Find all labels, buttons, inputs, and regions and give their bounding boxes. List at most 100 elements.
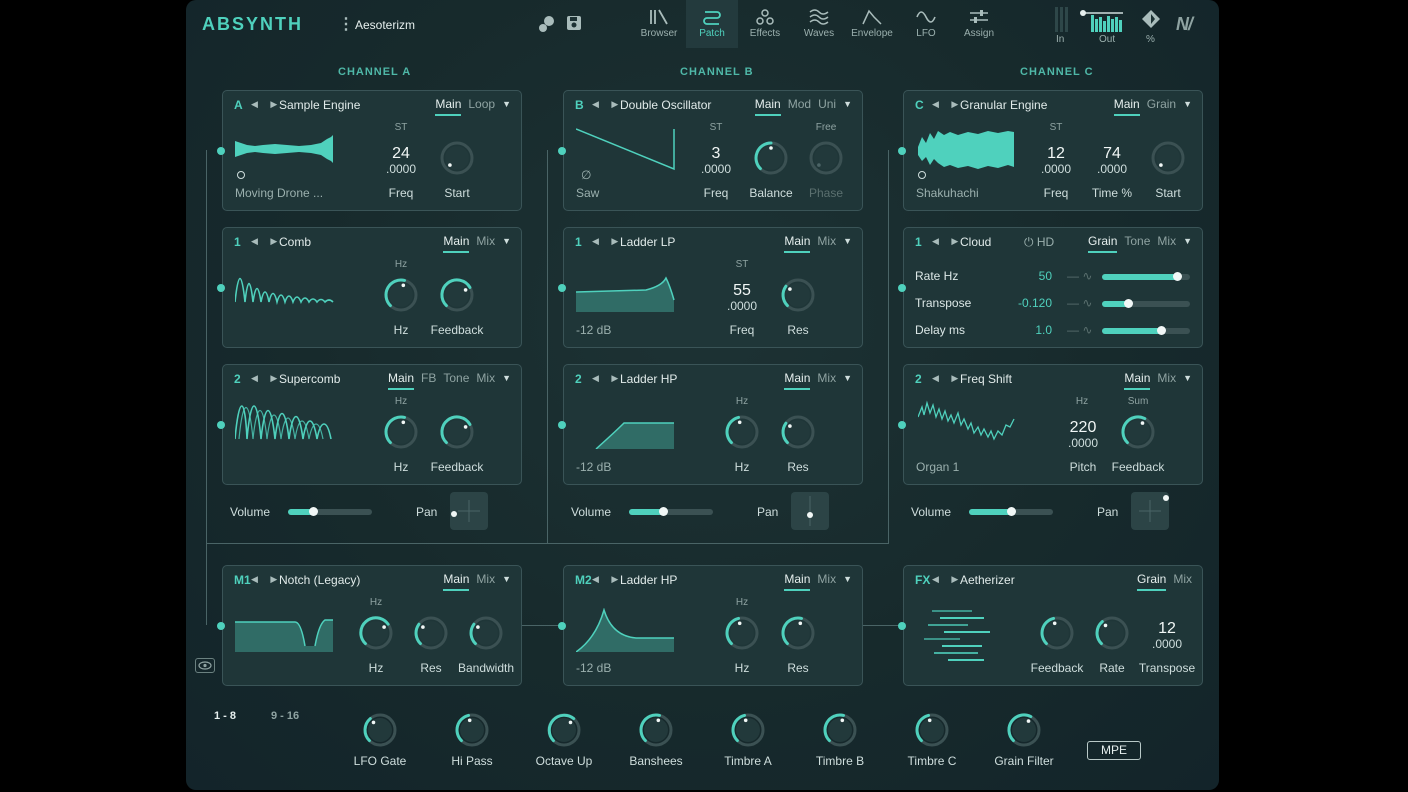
pan-pad[interactable] <box>791 492 829 530</box>
module-tab-main[interactable]: Main <box>443 234 470 253</box>
module-tab-main[interactable]: Main <box>784 371 811 390</box>
start-knob[interactable] <box>437 138 477 178</box>
macro-lfo-gate[interactable]: LFO Gate <box>340 710 420 768</box>
module-tab-main[interactable]: Main <box>435 97 462 116</box>
res-knob[interactable] <box>778 613 818 653</box>
module-tab-tone[interactable]: Tone <box>443 371 469 390</box>
dropdown-icon[interactable]: ▼ <box>502 574 511 591</box>
pan-pad[interactable] <box>1131 492 1169 530</box>
module-tab-grain[interactable]: Grain <box>1136 572 1167 591</box>
macro-knob[interactable] <box>728 710 768 750</box>
dropdown-icon[interactable]: ▼ <box>843 236 852 253</box>
module-nav-arrows[interactable]: ◀ ▶ <box>251 373 282 384</box>
input-port[interactable] <box>558 147 566 155</box>
freq-value[interactable]: 3 <box>686 145 746 163</box>
param-slider[interactable] <box>1102 326 1190 335</box>
slider-thumb[interactable] <box>309 507 319 516</box>
module-nav-arrows[interactable]: ◀ ▶ <box>592 236 623 247</box>
time-fraction[interactable]: .0000 <box>1082 162 1142 176</box>
module-title[interactable]: Ladder LP <box>620 235 675 249</box>
bandwidth-knob[interactable] <box>466 613 506 653</box>
freq-value[interactable]: 12 <box>1026 145 1086 163</box>
dropdown-icon[interactable]: ▼ <box>502 373 511 390</box>
modulation-icon[interactable]: — ∿ <box>1067 296 1092 310</box>
module-nav-arrows[interactable]: ◀ ▶ <box>932 99 963 110</box>
module-title[interactable]: Supercomb <box>279 372 340 386</box>
macro-knob[interactable] <box>1004 710 1044 750</box>
freq-value[interactable]: 55 <box>712 282 772 300</box>
tab-patch[interactable]: Patch <box>686 0 738 48</box>
dropdown-icon[interactable]: ▼ <box>502 99 511 116</box>
tab-envelope[interactable]: Envelope <box>846 0 898 48</box>
module-tab-main[interactable]: Main <box>388 371 415 390</box>
macro-knob[interactable] <box>912 710 952 750</box>
module-title[interactable]: Granular Engine <box>960 98 1047 112</box>
input-port[interactable] <box>898 284 906 292</box>
source-name[interactable]: Organ 1 <box>916 460 959 474</box>
sample-name[interactable]: Shakuhachi <box>916 186 979 200</box>
param-slider[interactable] <box>1102 272 1190 281</box>
gain-value[interactable]: -12 dB <box>576 323 611 337</box>
dropdown-icon[interactable]: ▼ <box>1183 373 1192 390</box>
dropdown-icon[interactable]: ▼ <box>843 574 852 591</box>
param-value[interactable]: -0.120 <box>915 296 1052 310</box>
module-tab-loop[interactable]: Loop <box>468 97 495 116</box>
input-port[interactable] <box>558 622 566 630</box>
input-port[interactable] <box>898 421 906 429</box>
modulation-icon[interactable]: — ∿ <box>1067 323 1092 337</box>
module-title[interactable]: Comb <box>279 235 311 249</box>
module-tab-mix[interactable]: Mix <box>476 572 495 591</box>
waveform-name[interactable]: Saw <box>576 186 599 200</box>
tab-assign[interactable]: Assign <box>953 0 1005 48</box>
phase-knob[interactable] <box>806 138 846 178</box>
module-title[interactable]: Notch (Legacy) <box>279 573 360 587</box>
module-title[interactable]: Aetherizer <box>960 573 1015 587</box>
transpose-value[interactable]: 12 <box>1137 620 1197 638</box>
slider-thumb[interactable] <box>1007 507 1016 516</box>
module-title[interactable]: Freq Shift <box>960 372 1012 386</box>
slider-thumb[interactable] <box>658 507 668 516</box>
res-knob[interactable] <box>778 275 818 315</box>
view-toggle-button[interactable] <box>195 658 215 673</box>
feedback-knob[interactable] <box>437 412 477 452</box>
macro-banshees[interactable]: Banshees <box>616 710 696 768</box>
module-tab-mix[interactable]: Mix <box>817 371 836 390</box>
freq-fraction[interactable]: .0000 <box>686 162 746 176</box>
macro-knob[interactable] <box>636 710 676 750</box>
macro-page-1-8[interactable]: 1 - 8 <box>214 710 236 722</box>
slider-thumb[interactable] <box>1172 272 1182 281</box>
pitch-value[interactable]: 220 <box>1053 419 1113 437</box>
module-tab-main[interactable]: Main <box>784 234 811 253</box>
module-nav-arrows[interactable]: ◀ ▶ <box>592 99 623 110</box>
loop-marker[interactable] <box>918 171 926 179</box>
modulation-icon[interactable]: — ∿ <box>1067 269 1092 283</box>
pitch-fraction[interactable]: .0000 <box>1053 436 1113 450</box>
diamond-icon[interactable] <box>1141 9 1161 34</box>
macro-timbre-c[interactable]: Timbre C <box>892 710 972 768</box>
feedback-knob[interactable] <box>1037 613 1077 653</box>
input-port[interactable] <box>898 622 906 630</box>
macro-knob[interactable] <box>820 710 860 750</box>
module-nav-arrows[interactable]: ◀ ▶ <box>251 574 282 585</box>
macro-page-9-16[interactable]: 9 - 16 <box>271 710 299 722</box>
macro-timbre-a[interactable]: Timbre A <box>708 710 788 768</box>
pan-pad[interactable] <box>450 492 488 530</box>
balance-knob[interactable] <box>751 138 791 178</box>
module-title[interactable]: Sample Engine <box>279 98 360 112</box>
slider-thumb[interactable] <box>1124 299 1134 308</box>
freq-value[interactable]: 24 <box>371 145 431 163</box>
module-tab-main[interactable]: Main <box>1113 97 1140 116</box>
tab-effects[interactable]: Effects <box>739 0 791 48</box>
macro-knob[interactable] <box>452 710 492 750</box>
dropdown-icon[interactable]: ▼ <box>843 99 852 116</box>
hz-knob[interactable] <box>722 613 762 653</box>
macro-octave-up[interactable]: Octave Up <box>524 710 604 768</box>
res-knob[interactable] <box>778 412 818 452</box>
input-port[interactable] <box>217 147 225 155</box>
user-icon[interactable] <box>537 14 559 36</box>
module-tab-grain[interactable]: Grain <box>1147 97 1176 116</box>
module-title[interactable]: Ladder HP <box>620 372 677 386</box>
input-port[interactable] <box>217 622 225 630</box>
macro-grain-filter[interactable]: Grain Filter <box>984 710 1064 768</box>
module-tab-fb[interactable]: FB <box>421 371 436 390</box>
